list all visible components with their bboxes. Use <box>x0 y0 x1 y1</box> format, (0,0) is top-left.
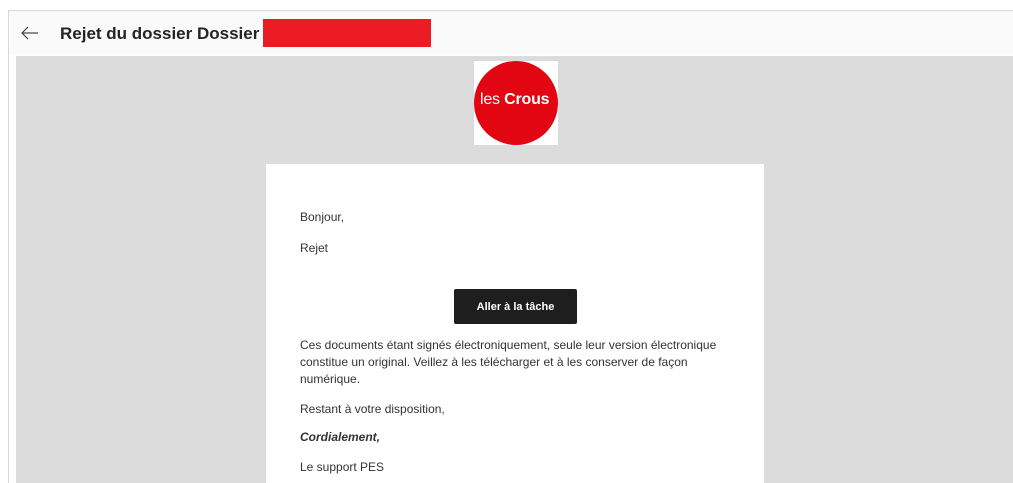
email-window: Rejet du dossier Dossier les Crous Bonjo… <box>0 0 1013 483</box>
title-row: Rejet du dossier Dossier <box>60 19 432 47</box>
email-card: Bonjour, Rejet Aller à la tâche Ces docu… <box>266 164 764 483</box>
signoff-text: Cordialement, <box>300 430 381 444</box>
greeting-text: Bonjour, <box>300 210 345 224</box>
logo-prefix: les <box>480 91 500 108</box>
arrow-left-icon <box>21 26 38 40</box>
logo-container: les Crous <box>474 61 558 145</box>
crous-logo: les Crous <box>474 61 558 145</box>
signature-text: Le support PES <box>300 460 385 474</box>
back-button[interactable] <box>17 20 43 46</box>
logo-brand: Crous <box>504 91 550 108</box>
email-header: Rejet du dossier Dossier <box>8 10 1013 54</box>
email-subject: Rejet du dossier Dossier <box>60 24 260 43</box>
message-text: Rejet <box>300 241 329 255</box>
info-paragraph: Ces documents étant signés électroniquem… <box>300 338 717 386</box>
closing-text: Restant à votre disposition, <box>300 402 445 416</box>
go-to-task-button[interactable]: Aller à la tâche <box>454 289 577 324</box>
redaction-block <box>263 19 432 47</box>
left-divider <box>8 54 9 483</box>
email-body-background: les Crous Bonjour, Rejet Aller à la tâch… <box>16 56 1013 483</box>
logo-text: les Crous <box>480 91 550 109</box>
